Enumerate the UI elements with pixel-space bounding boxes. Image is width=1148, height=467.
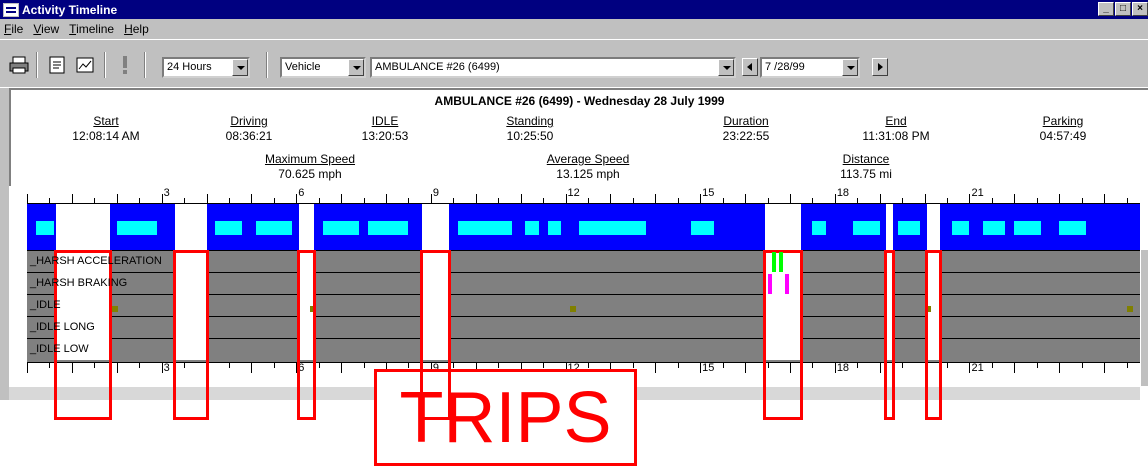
window-title: Activity Timeline <box>22 2 118 17</box>
entity-value: AMBULANCE #26 (6499) <box>375 61 500 73</box>
stat-label: Distance <box>842 152 890 166</box>
trip-outline <box>924 250 943 420</box>
stat-distance: Distance 113.75 mi <box>821 152 911 182</box>
next-date-button[interactable] <box>872 58 888 76</box>
summary-title: AMBULANCE #26 (6499) - Wednesday 28 July… <box>434 94 725 108</box>
stat-value: 13.125 mph <box>556 167 620 181</box>
toolbar-separator <box>266 52 268 78</box>
row-label: _IDLE LONG <box>30 321 95 333</box>
idle-dot <box>570 306 577 312</box>
accel-mark <box>778 252 783 272</box>
trip-outline <box>54 250 112 420</box>
stat-label: End <box>885 114 907 128</box>
trip-outline <box>296 250 317 420</box>
chevron-down-icon[interactable] <box>842 59 858 76</box>
app-icon <box>3 2 19 17</box>
accel-mark <box>771 252 776 272</box>
stat-driving: Driving 08:36:21 <box>209 114 289 144</box>
trip-outline <box>419 250 451 420</box>
trips-callout: TRIPS <box>374 369 637 466</box>
stat-duration: Duration 23:22:55 <box>706 114 786 144</box>
chart-icon[interactable] <box>74 54 96 76</box>
stat-value: 08:36:21 <box>225 129 273 143</box>
stat-value: 70.625 mph <box>278 167 342 181</box>
stat-value: 10:25:50 <box>506 129 554 143</box>
window-controls: _ □ × <box>1098 2 1148 16</box>
toolbar-separator <box>104 52 106 78</box>
stat-label: Start <box>93 114 119 128</box>
alert-icon[interactable] <box>114 54 136 76</box>
date-select[interactable]: 7 /28/99 <box>760 57 860 78</box>
stat-end: End 11:31:08 PM <box>851 114 941 144</box>
stat-idle: IDLE 13:20:53 <box>345 114 425 144</box>
braking-mark <box>767 274 772 294</box>
braking-mark <box>785 274 790 294</box>
stat-label: Driving <box>230 114 268 128</box>
stat-value: 04:57:49 <box>1039 129 1087 143</box>
title-bar: Activity Timeline _ □ × <box>0 0 1148 19</box>
chevron-down-icon[interactable] <box>232 59 248 76</box>
entity-type-select[interactable]: Vehicle <box>280 57 366 78</box>
summary-panel: AMBULANCE #26 (6499) - Wednesday 28 July… <box>9 88 1148 186</box>
row-label: _IDLE <box>30 299 61 311</box>
stat-label: IDLE <box>371 114 399 128</box>
period-value: 24 Hours <box>167 61 212 73</box>
toolbar-separator <box>144 52 146 78</box>
row-label: _HARSH BRAKING <box>30 277 128 289</box>
report-icon[interactable] <box>46 54 68 76</box>
previous-date-button[interactable] <box>742 58 758 76</box>
toolbar-separator <box>36 52 38 78</box>
stat-average-speed: Average Speed 13.125 mph <box>533 152 643 182</box>
minimize-button[interactable]: _ <box>1098 2 1114 16</box>
menu-timeline[interactable]: Timeline <box>69 22 114 36</box>
menu-file[interactable]: File <box>4 22 23 36</box>
stat-label: Average Speed <box>546 152 630 166</box>
menu-bar: File View Timeline Help <box>0 19 1148 39</box>
stat-label: Standing <box>506 114 554 128</box>
maximize-button[interactable]: □ <box>1115 2 1131 16</box>
stat-label: Parking <box>1042 114 1084 128</box>
stat-standing: Standing 10:25:50 <box>490 114 570 144</box>
row-label: _IDLE LOW <box>30 343 89 355</box>
close-button[interactable]: × <box>1132 2 1148 16</box>
trip-outline <box>173 250 209 420</box>
stat-label: Maximum Speed <box>264 152 356 166</box>
stat-value: 113.75 mi <box>840 167 892 181</box>
row-label: _HARSH ACCELERATION <box>30 255 162 267</box>
chevron-down-icon[interactable] <box>718 59 734 76</box>
idle-dot <box>112 306 119 312</box>
idle-dot <box>1126 306 1133 312</box>
stat-parking: Parking 04:57:49 <box>1023 114 1103 144</box>
stat-value: 11:31:08 PM <box>862 129 930 143</box>
menu-help[interactable]: Help <box>124 22 149 36</box>
stat-start: Start 12:08:14 AM <box>66 114 146 144</box>
stat-value: 13:20:53 <box>361 129 409 143</box>
stat-value: 12:08:14 AM <box>72 129 140 143</box>
entity-type-value: Vehicle <box>285 61 321 73</box>
date-value: 7 /28/99 <box>765 61 805 73</box>
stat-value: 23:22:55 <box>722 129 770 143</box>
trip-outline <box>884 250 896 420</box>
menu-view[interactable]: View <box>33 22 59 36</box>
stat-label: Duration <box>723 114 769 128</box>
vertical-scrollbar[interactable] <box>1140 250 1148 386</box>
entity-select[interactable]: AMBULANCE #26 (6499) <box>370 57 736 78</box>
print-icon[interactable] <box>8 54 30 76</box>
toolbar: 24 Hours Vehicle AMBULANCE #26 (6499) 7 … <box>0 39 1148 87</box>
left-gutter <box>0 88 9 400</box>
period-select[interactable]: 24 Hours <box>162 57 250 78</box>
stat-max-speed: Maximum Speed 70.625 mph <box>255 152 365 182</box>
chevron-down-icon[interactable] <box>348 59 364 76</box>
